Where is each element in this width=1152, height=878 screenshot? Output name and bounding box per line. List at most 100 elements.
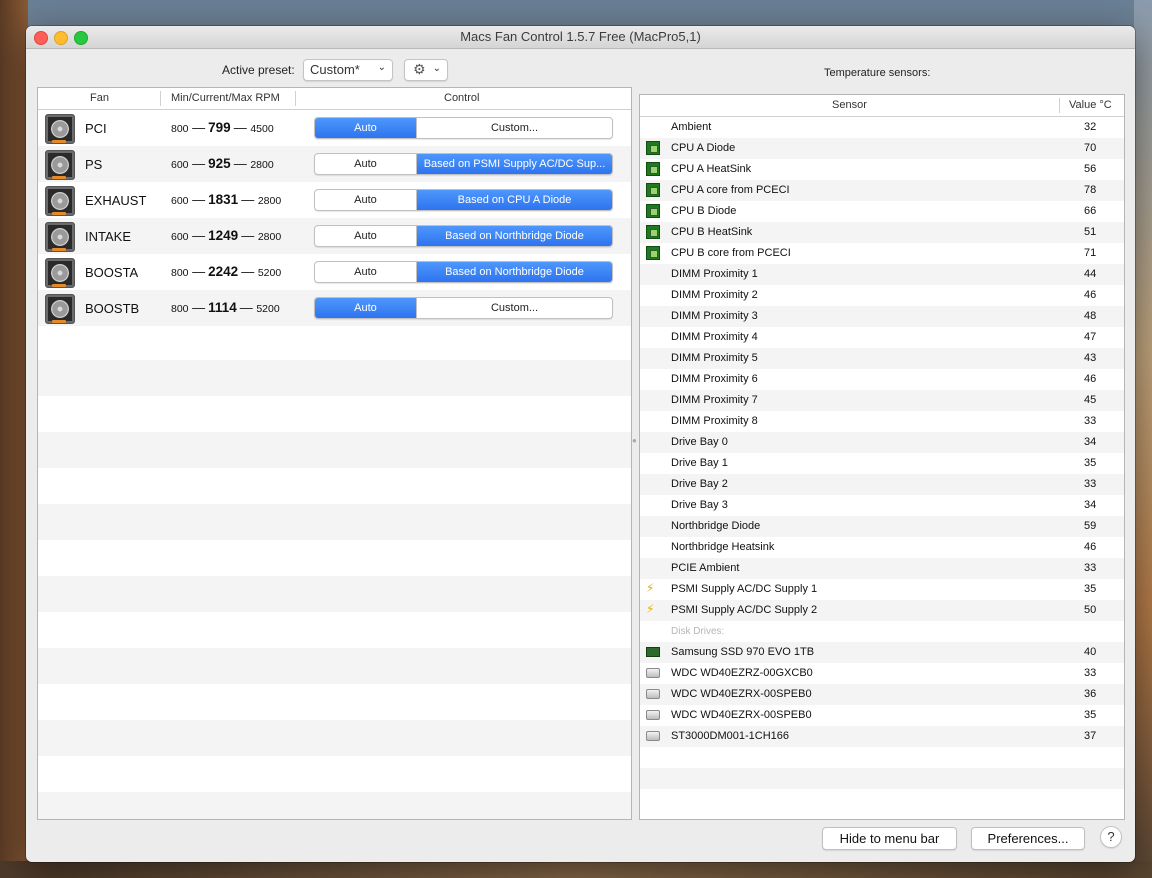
zoom-window-button[interactable] (74, 31, 88, 45)
sensor-row[interactable]: DIMM Proximity 3 48 (640, 306, 1124, 327)
sensor-value: 59 (1084, 520, 1097, 532)
cpu-chip-icon (646, 183, 660, 197)
sensor-name: DIMM Proximity 8 (671, 415, 758, 427)
column-divider[interactable] (295, 91, 296, 106)
sensor-name: Drive Bay 2 (671, 478, 728, 490)
sensor-value: 70 (1084, 142, 1097, 154)
desktop-background-left (0, 0, 28, 878)
sensor-row[interactable]: WDC WD40EZRX-00SPEB0 35 (640, 705, 1124, 726)
minimize-window-button[interactable] (54, 31, 68, 45)
close-window-button[interactable] (34, 31, 48, 45)
sensor-table-header: Sensor Value °C (640, 95, 1124, 117)
sensor-row[interactable]: ST3000DM001-1CH166 37 (640, 726, 1124, 747)
sensor-row[interactable]: CPU B Diode 66 (640, 201, 1124, 222)
sensor-row[interactable]: DIMM Proximity 6 46 (640, 369, 1124, 390)
column-header-sensor[interactable]: Sensor (832, 99, 867, 111)
sensor-name: PSMI Supply AC/DC Supply 1 (671, 583, 818, 595)
fan-control-segmented: Auto Based on CPU A Diode (314, 189, 613, 211)
sensor-section-header: Disk Drives: (640, 621, 1124, 642)
sensor-row[interactable]: DIMM Proximity 1 44 (640, 264, 1124, 285)
column-divider[interactable] (1059, 98, 1060, 113)
empty-row (38, 612, 631, 648)
column-header-value[interactable]: Value °C (1069, 99, 1112, 111)
fan-auto-button[interactable]: Auto (315, 154, 417, 174)
fan-row[interactable]: EXHAUST 600 —1831— 2800 Auto Based on CPU A… (38, 182, 631, 218)
sensor-name: Drive Bay 1 (671, 457, 728, 469)
column-header-control[interactable]: Control (444, 92, 479, 104)
fan-custom-mode-button[interactable]: Based on Northbridge Diode (417, 262, 612, 282)
hard-drive-icon (646, 689, 660, 699)
sensor-row[interactable]: DIMM Proximity 4 47 (640, 327, 1124, 348)
fan-max-rpm: 4500 (250, 123, 274, 135)
column-divider[interactable] (160, 91, 161, 106)
sensor-row[interactable]: CPU B core from PCECI 71 (640, 243, 1124, 264)
split-view-handle[interactable]: ● (632, 436, 637, 445)
sensor-name: Disk Drives: (671, 626, 725, 637)
fan-rpm: 800 —2242— 5200 (171, 264, 281, 279)
sensor-name: PCIE Ambient (671, 562, 740, 574)
sensor-row[interactable]: DIMM Proximity 2 46 (640, 285, 1124, 306)
fan-current-rpm: 925 (208, 156, 231, 171)
fan-custom-mode-button[interactable]: Based on CPU A Diode (417, 190, 612, 210)
sensor-row[interactable]: DIMM Proximity 5 43 (640, 348, 1124, 369)
fan-auto-button[interactable]: Auto (315, 190, 417, 210)
preset-select[interactable]: Custom* ⌄ (303, 59, 393, 81)
fan-custom-mode-button[interactable]: Custom... (417, 298, 612, 318)
fan-row[interactable]: BOOSTA 800 —2242— 5200 Auto Based on Northb… (38, 254, 631, 290)
sensor-value: 44 (1084, 268, 1097, 280)
fan-max-rpm: 5200 (257, 267, 282, 279)
settings-menu-button[interactable]: ⚙ ⌄ (404, 59, 448, 81)
sensor-name: DIMM Proximity 7 (671, 394, 758, 406)
fan-custom-mode-button[interactable]: Based on Northbridge Diode (417, 226, 612, 246)
fan-auto-button[interactable]: Auto (315, 298, 417, 318)
fan-auto-button[interactable]: Auto (315, 118, 417, 138)
sensor-row[interactable]: Drive Bay 0 34 (640, 432, 1124, 453)
sensor-value: 33 (1084, 562, 1097, 574)
sensor-row[interactable]: Samsung SSD 970 EVO 1TB 40 (640, 642, 1124, 663)
preferences-button[interactable]: Preferences... (971, 827, 1085, 850)
sensor-row[interactable]: Northbridge Heatsink 46 (640, 537, 1124, 558)
sensor-row[interactable]: DIMM Proximity 8 33 (640, 411, 1124, 432)
sensor-row[interactable]: CPU A core from PCECI 78 (640, 180, 1124, 201)
fan-custom-mode-button[interactable]: Custom... (417, 118, 612, 138)
sensor-row[interactable]: ⚡ PSMI Supply AC/DC Supply 2 50 (640, 600, 1124, 621)
sensor-value: 34 (1084, 499, 1097, 511)
hide-to-menu-bar-button[interactable]: Hide to menu bar (822, 827, 957, 850)
fan-auto-button[interactable]: Auto (315, 226, 417, 246)
fan-empty-rows (38, 324, 631, 819)
fan-row[interactable]: PS 600 —925— 2800 Auto Based on PSMI Supply… (38, 146, 631, 182)
sensor-row[interactable]: Drive Bay 1 35 (640, 453, 1124, 474)
sensor-row[interactable]: Drive Bay 2 33 (640, 474, 1124, 495)
sensor-value: 32 (1084, 121, 1097, 133)
fan-row[interactable]: INTAKE 600 —1249— 2800 Auto Based on Northb… (38, 218, 631, 254)
empty-row (38, 756, 631, 792)
fan-row[interactable]: BOOSTB 800 —1114— 5200 Auto Custom... (38, 290, 631, 326)
sensor-row[interactable]: Drive Bay 3 34 (640, 495, 1124, 516)
column-header-rpm[interactable]: Min/Current/Max RPM (171, 92, 280, 104)
sensor-row[interactable]: PCIE Ambient 33 (640, 558, 1124, 579)
sensor-row[interactable]: DIMM Proximity 7 45 (640, 390, 1124, 411)
sensor-value: 56 (1084, 163, 1097, 175)
sensor-row[interactable]: Northbridge Diode 59 (640, 516, 1124, 537)
rpm-separator: — (192, 120, 206, 135)
sensor-name: DIMM Proximity 3 (671, 310, 758, 322)
empty-row (38, 396, 631, 432)
fan-row[interactable]: PCI 800 —799— 4500 Auto Custom... (38, 110, 631, 146)
sensor-row[interactable]: WDC WD40EZRZ-00GXCB0 33 (640, 663, 1124, 684)
fan-icon-tab (52, 320, 66, 323)
rpm-separator: — (192, 156, 206, 171)
column-header-fan[interactable]: Fan (90, 92, 109, 104)
sensor-row[interactable]: CPU A Diode 70 (640, 138, 1124, 159)
sensor-row[interactable]: WDC WD40EZRX-00SPEB0 36 (640, 684, 1124, 705)
sensor-name: CPU B core from PCECI (671, 247, 791, 259)
sensor-row[interactable]: ⚡ PSMI Supply AC/DC Supply 1 35 (640, 579, 1124, 600)
sensor-row[interactable]: Ambient 32 (640, 117, 1124, 138)
fan-custom-mode-button[interactable]: Based on PSMI Supply AC/DC Sup... (417, 154, 612, 174)
sensor-row[interactable]: CPU B HeatSink 51 (640, 222, 1124, 243)
sensor-value: 66 (1084, 205, 1097, 217)
empty-row (640, 747, 1124, 768)
sensor-row[interactable]: CPU A HeatSink 56 (640, 159, 1124, 180)
fan-auto-button[interactable]: Auto (315, 262, 417, 282)
empty-row (38, 792, 631, 819)
help-button[interactable]: ? (1100, 826, 1122, 848)
